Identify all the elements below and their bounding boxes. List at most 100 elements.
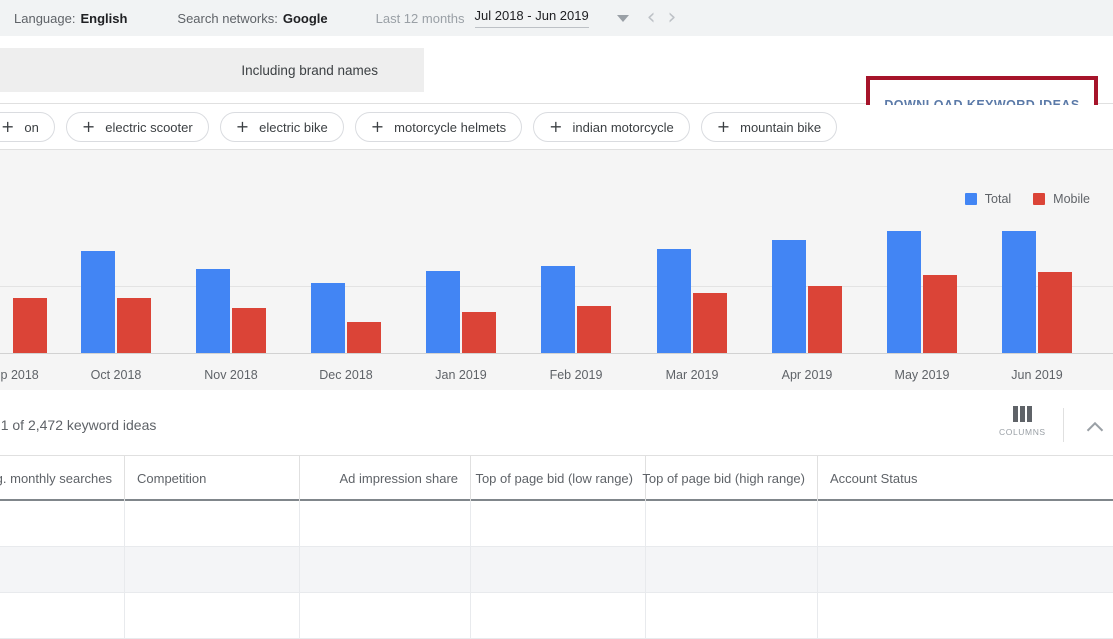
language-label: Language: — [14, 10, 76, 26]
table-column-header[interactable]: Competition — [124, 456, 299, 501]
table-cell — [470, 547, 645, 592]
date-range-prefix: Last 12 months — [375, 10, 465, 26]
chart-x-axis-label: Dec 2018 — [319, 368, 373, 382]
chart-bar-mobile-apr-2019[interactable] — [808, 286, 842, 353]
search-networks-value: Google — [282, 10, 328, 26]
keyword-chip-label: electric scooter — [105, 119, 193, 135]
chevron-up-icon — [1086, 421, 1104, 432]
chart-bar-total-nov-2018[interactable] — [196, 269, 230, 353]
table-cell — [299, 547, 470, 592]
keyword-chip-indian-motorcycle[interactable]: + indian motorcycle — [533, 112, 690, 142]
chart-baseline — [0, 353, 1113, 354]
table-cell — [299, 501, 470, 546]
table-row[interactable] — [0, 547, 1113, 593]
chart-bar-mobile-oct-2018[interactable] — [117, 298, 151, 353]
chart-bar-mobile-feb-2019[interactable] — [577, 306, 611, 353]
chart-bar-total-dec-2018[interactable] — [311, 283, 345, 353]
chart-bar-total-oct-2018[interactable] — [81, 251, 115, 353]
table-column-header[interactable]: Account Status — [817, 456, 1113, 501]
including-brand-names-chip[interactable]: Including brand names — [0, 48, 424, 92]
search-networks-selector[interactable]: Search networks: Google — [177, 11, 327, 26]
toolbar-divider — [1063, 408, 1064, 442]
chevron-down-icon[interactable] — [616, 14, 629, 22]
table-column-header[interactable]: Top of page bid (high range) — [642, 456, 817, 501]
chart-bar-mobile-jun-2019[interactable] — [1038, 272, 1072, 353]
keyword-chip-label: mountain bike — [740, 119, 822, 135]
search-networks-label: Search networks: — [177, 10, 278, 26]
table-column-header[interactable]: Ad impression share — [299, 456, 470, 501]
chart-bar-total-may-2019[interactable] — [887, 231, 921, 353]
keyword-chip-electric-scooter[interactable]: + electric scooter — [65, 112, 209, 142]
chart-x-axis-label: May 2019 — [894, 368, 950, 382]
results-summary: ng 2,471 of 2,472 keyword ideas — [0, 417, 157, 433]
keyword-chip-label: electric bike — [259, 119, 328, 135]
chart-bar-mobile-mar-2019[interactable] — [693, 293, 727, 353]
table-row[interactable] — [0, 593, 1113, 639]
table-cell — [645, 501, 817, 546]
columns-icon — [1012, 406, 1032, 422]
keyword-ideas-table: vg. monthly searches Competition Ad impres… — [0, 456, 1113, 639]
keyword-chip-label: indian motorcycle — [572, 119, 674, 135]
table-cell — [817, 501, 1113, 546]
table-cell — [817, 593, 1113, 638]
table-cell — [0, 501, 124, 546]
language-selector[interactable]: Language: English — [14, 11, 127, 26]
table-column-header[interactable]: vg. monthly searches — [0, 456, 124, 501]
chart-bar-mobile-dec-2018[interactable] — [347, 322, 381, 353]
date-range-value: Jul 2018 - Jun 2019 — [474, 8, 589, 28]
brand-download-row: Including brand names DOWNLOAD KEYWORD I… — [0, 36, 1113, 134]
chart-bar-mobile-may-2019[interactable] — [923, 275, 957, 353]
chevron-right-icon[interactable]: › — [668, 7, 677, 29]
chart-x-axis-label: Jan 2019 — [435, 368, 487, 382]
plus-icon: + — [370, 117, 385, 136]
plus-icon: + — [1, 117, 15, 136]
chart-x-axis-label: Mar 2019 — [665, 368, 719, 382]
table-column-header[interactable]: Top of page bid (low range) — [470, 456, 645, 501]
chart-bar-total-jan-2019[interactable] — [426, 271, 460, 353]
chart-bar-mobile-sep-2018[interactable] — [13, 298, 47, 353]
table-cell — [124, 547, 299, 592]
table-cell — [299, 593, 470, 638]
table-cell — [470, 501, 645, 546]
table-header-row: vg. monthly searches Competition Ad impres… — [0, 456, 1113, 501]
columns-button-label: COLUMNS — [999, 427, 1046, 437]
table-cell — [0, 547, 124, 592]
table-cell — [124, 501, 299, 546]
search-volume-chart: Total Mobile Sep 2018Oct 2018Nov 2018Dec… — [0, 150, 1113, 390]
including-brand-names-label: Including brand names — [241, 62, 378, 78]
chart-bar-total-mar-2019[interactable] — [657, 249, 691, 353]
chart-bar-mobile-jan-2019[interactable] — [462, 312, 496, 353]
chart-bar-total-apr-2019[interactable] — [772, 240, 806, 353]
table-body — [0, 501, 1113, 639]
table-cell — [124, 593, 299, 638]
chart-x-axis-label: Oct 2018 — [90, 368, 142, 382]
chart-bar-total-feb-2019[interactable] — [541, 266, 575, 353]
plus-icon: + — [235, 117, 250, 136]
keyword-chip-motorcycle-helmets[interactable]: + motorcycle helmets — [354, 112, 523, 142]
date-range-selector[interactable]: Last 12 months Jul 2018 - Jun 2019 — [376, 8, 589, 28]
plus-icon: + — [81, 117, 96, 136]
chart-x-axis-label: Nov 2018 — [204, 368, 258, 382]
table-cell — [817, 547, 1113, 592]
chart-bar-mobile-nov-2018[interactable] — [232, 308, 266, 353]
chevron-left-icon[interactable]: ‹ — [647, 7, 656, 29]
chart-bar-total-jun-2019[interactable] — [1002, 231, 1036, 353]
keyword-chip-label: motorcycle helmets — [394, 119, 507, 135]
plus-icon: + — [716, 117, 731, 136]
chart-x-axis-label: Jun 2019 — [1011, 368, 1063, 382]
top-toolbar: Language: English Search networks: Googl… — [0, 0, 1113, 36]
collapse-chart-button[interactable] — [1080, 412, 1110, 442]
chart-x-axis-label: Feb 2019 — [549, 368, 603, 382]
plus-icon: + — [549, 117, 563, 136]
keyword-chip-mountain-bike[interactable]: + mountain bike — [700, 112, 838, 142]
keyword-chip-clipped[interactable]: + on — [0, 112, 55, 142]
results-toolbar: ng 2,471 of 2,472 keyword ideas — [0, 390, 1113, 456]
chart-x-axis-label: Apr 2019 — [781, 368, 833, 382]
table-row[interactable] — [0, 501, 1113, 547]
keyword-chip-electric-bike[interactable]: + electric bike — [219, 112, 344, 142]
keyword-chip-label: on — [24, 119, 39, 135]
language-value: English — [80, 10, 128, 26]
keyword-suggestion-chips: + on + electric scooter + electric bike … — [0, 105, 1113, 150]
table-cell — [645, 593, 817, 638]
columns-button[interactable]: COLUMNS — [999, 406, 1046, 437]
